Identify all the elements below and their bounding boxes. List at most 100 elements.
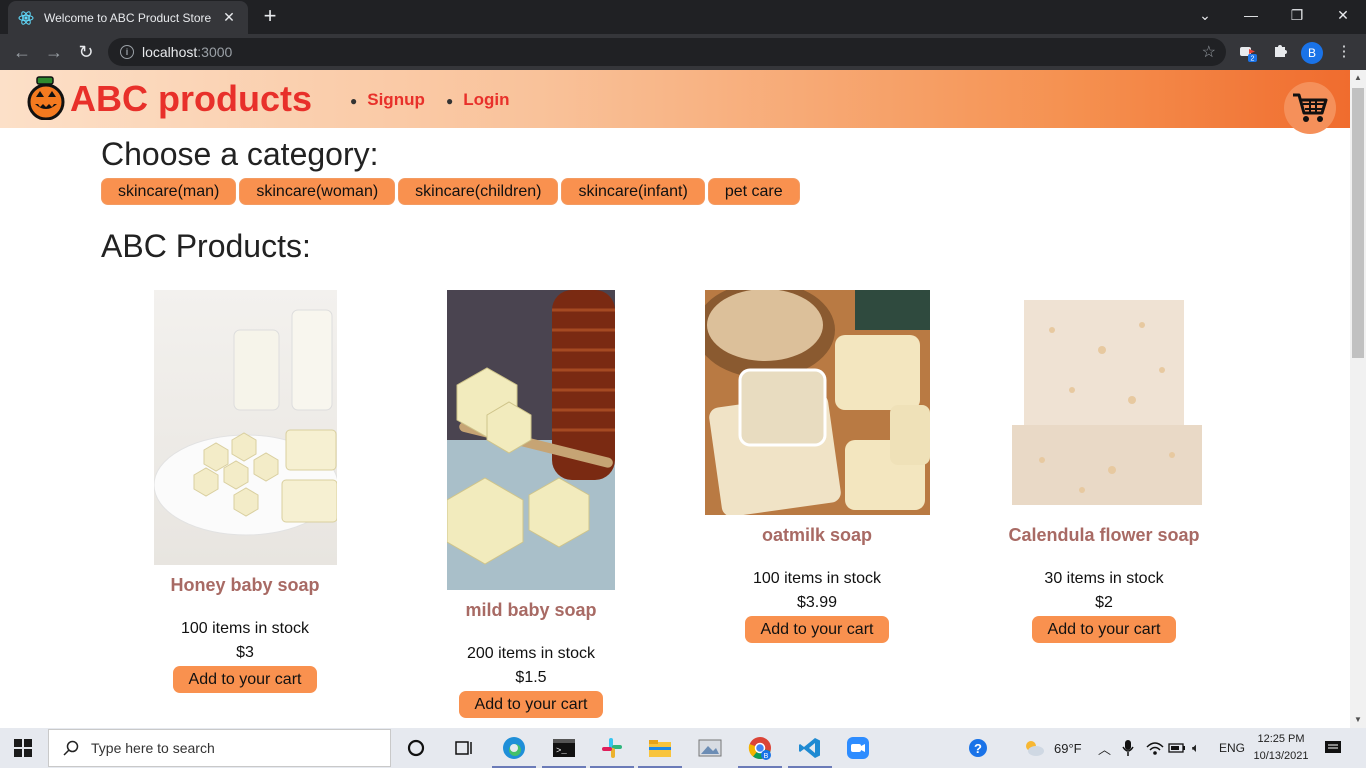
page-viewport: ABC products ● Signup ● Login Choose a cat… [0,70,1350,728]
nav-login[interactable]: ● Login [446,90,510,110]
svg-text:?: ? [974,741,982,756]
shopping-cart-icon [1293,93,1328,122]
add-to-cart-button[interactable]: Add to your cart [1031,616,1177,643]
edge-icon[interactable] [492,734,536,768]
bookmark-star-icon[interactable]: ☆ [1202,42,1216,62]
weather-icon [1026,741,1044,756]
forward-icon[interactable]: → [42,41,66,63]
wifi-icon[interactable] [1146,728,1164,768]
category-button[interactable]: skincare(woman) [239,178,396,205]
category-list: skincare(man) skincare(woman) skincare(c… [101,178,800,205]
extension-icon[interactable]: 2 [1238,42,1258,63]
scroll-up-icon[interactable]: ▲ [1350,70,1366,86]
address-bar[interactable]: i localhost :3000 ☆ [108,38,1226,66]
add-to-cart-button[interactable]: Add to your cart [458,691,604,718]
brand-title[interactable]: ABC products [70,78,312,120]
site-info-icon[interactable]: i [120,45,134,59]
scrollbar-thumb[interactable] [1352,88,1364,358]
chrome-profile-badge: B [764,753,769,760]
product-stock: 100 items in stock [180,620,310,637]
browser-toolbar: ← → ↻ i localhost :3000 ☆ 2 B ⋮ [0,34,1366,70]
cart-button[interactable] [1284,82,1336,134]
weather-temperature: 69°F [1054,740,1082,756]
products-heading: ABC Products: [101,228,311,264]
zoom-icon[interactable] [844,734,872,762]
tab-title: Welcome to ABC Product Store [44,10,212,25]
tab-search-icon[interactable]: ⌄ [1182,0,1228,30]
bullet-icon: ● [446,93,454,108]
minimize-button[interactable]: — [1228,0,1274,30]
puzzle-icon[interactable] [1270,42,1290,62]
back-icon[interactable]: ← [10,41,34,63]
nav-signup[interactable]: ● Signup [350,90,425,110]
search-placeholder: Type here to search [91,740,215,756]
product-price: $1.5 [515,669,547,686]
product-price: $3 [236,644,254,661]
file-explorer-icon[interactable] [638,734,682,768]
svg-text:>_: >_ [556,746,567,756]
scroll-down-icon[interactable]: ▼ [1350,712,1366,728]
product-price: $2 [1095,594,1113,611]
terminal-icon[interactable]: >_ [542,734,586,768]
add-to-cart-button[interactable]: Add to your cart [744,616,890,643]
categories-heading: Choose a category: [101,136,379,172]
reload-icon[interactable]: ↻ [74,41,98,63]
url-host: localhost [142,44,198,60]
category-button[interactable]: pet care [707,178,800,205]
site-header: ABC products ● Signup ● Login [0,70,1350,134]
weather-widget[interactable]: 69°F [1022,728,1082,768]
tray-chevron-icon[interactable]: ︿ [1098,728,1111,768]
clock-date: 10/13/2021 [1253,750,1309,762]
microphone-icon[interactable] [1122,728,1134,768]
react-icon [18,10,34,26]
add-to-cart-button[interactable]: Add to your cart [172,666,318,693]
search-icon [63,740,79,756]
product-image[interactable] [704,290,930,515]
category-button[interactable]: skincare(infant) [561,178,705,205]
product-price: $3.99 [796,594,838,611]
task-view-icon[interactable] [450,734,478,762]
profile-avatar[interactable]: B [1301,42,1323,64]
taskbar: Type here to search >_ B ? 69°F ︿ 🔈︎ ENG… [0,728,1366,768]
product-name[interactable]: mild baby soap [386,600,676,621]
product-card: oatmilk soap 100 items in stock $3.99 Ad… [672,290,962,643]
menu-dots-icon[interactable]: ⋮ [1334,42,1354,62]
vscode-icon[interactable] [788,734,832,768]
battery-icon[interactable] [1168,728,1186,768]
category-button[interactable]: skincare(children) [398,178,559,205]
extension-badge-count: 2 [1251,56,1255,63]
product-stock: 200 items in stock [466,645,596,662]
page-scrollbar[interactable]: ▲ ▼ [1350,70,1366,728]
product-name[interactable]: oatmilk soap [672,525,962,546]
cortana-icon[interactable] [402,734,430,762]
close-tab-icon[interactable]: ✕ [220,9,238,26]
nav-signup-label: Signup [367,90,425,109]
windows-start-icon[interactable] [14,739,32,757]
nav-login-label: Login [463,90,510,109]
new-tab-button[interactable]: + [258,5,282,27]
product-name[interactable]: Honey baby soap [100,575,390,596]
volume-icon[interactable]: 🔈︎ [1192,728,1200,768]
product-image[interactable] [991,290,1217,515]
restore-button[interactable]: ❐ [1274,0,1320,30]
help-icon[interactable]: ? [968,728,988,768]
product-stock: 100 items in stock [752,570,882,587]
product-image[interactable] [153,290,337,565]
close-window-button[interactable]: ✕ [1320,0,1366,30]
slack-icon[interactable] [590,734,634,768]
pumpkin-logo-icon[interactable] [24,76,68,121]
taskbar-search-box[interactable]: Type here to search [48,729,391,767]
notifications-icon[interactable] [1324,728,1342,768]
photos-app-icon[interactable] [696,734,724,762]
browser-tabstrip: Welcome to ABC Product Store ✕ + ⌄ — ❐ ✕ [0,0,1366,34]
product-card: mild baby soap 200 items in stock $1.5 A… [386,290,676,718]
category-button[interactable]: skincare(man) [101,178,237,205]
product-card: Calendula flower soap 30 items in stock … [959,290,1249,643]
chrome-icon[interactable]: B [738,734,782,768]
product-name[interactable]: Calendula flower soap [959,525,1249,546]
taskbar-clock[interactable]: 12:25 PM 10/13/2021 [1248,731,1314,765]
browser-tab[interactable]: Welcome to ABC Product Store ✕ [8,1,248,34]
clock-time: 12:25 PM [1257,733,1305,745]
language-indicator[interactable]: ENG [1219,728,1245,768]
product-image[interactable] [447,290,615,590]
